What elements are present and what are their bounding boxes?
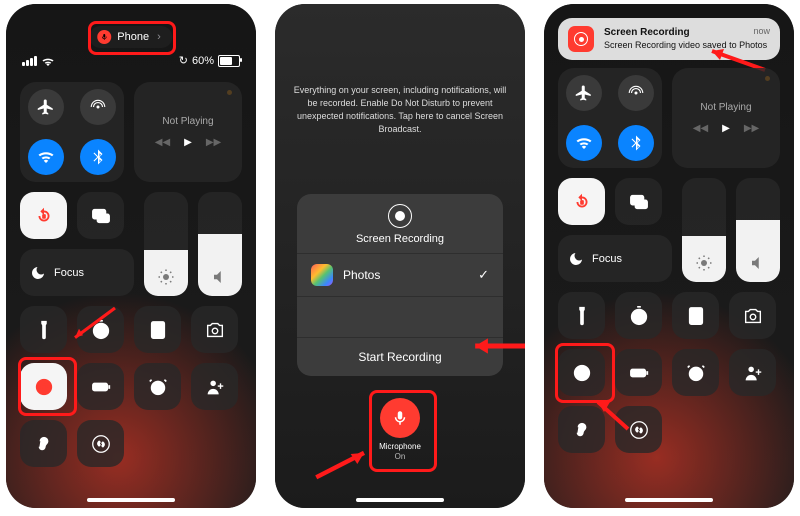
- battery-icon: [218, 55, 240, 67]
- hearing-button[interactable]: [20, 420, 67, 467]
- focus-label: Focus: [54, 267, 84, 279]
- flashlight-button[interactable]: [558, 292, 605, 339]
- microphone-tile[interactable]: Microphone On: [372, 398, 428, 470]
- app-name: Photos: [343, 268, 380, 282]
- rotation-lock-button[interactable]: [558, 178, 605, 225]
- brightness-slider[interactable]: [682, 178, 726, 282]
- phone-screen-1: Phone › ↻ 60% Not Playing: [6, 4, 256, 508]
- battery-pct: 60%: [192, 55, 214, 67]
- control-center-grid: Not Playing ◀◀ ▶ ▶▶ Focus: [558, 68, 780, 463]
- alarm-button[interactable]: [672, 349, 719, 396]
- notification-banner[interactable]: Screen Recording Screen Recording video …: [558, 18, 780, 60]
- pill-label: Phone: [117, 31, 149, 43]
- recording-pill[interactable]: Phone ›: [89, 26, 172, 48]
- wifi-icon: [41, 56, 55, 66]
- airdrop-toggle[interactable]: [80, 89, 116, 125]
- focus-button[interactable]: Focus: [20, 249, 134, 296]
- mic-state: On: [379, 452, 421, 462]
- banner-body: Screen Recording video saved to Photos: [604, 40, 767, 50]
- banner-time: now: [753, 26, 770, 36]
- airdrop-toggle[interactable]: [618, 75, 654, 111]
- airplane-toggle[interactable]: [566, 75, 602, 111]
- flashlight-button[interactable]: [20, 306, 67, 353]
- phone-screen-3: Screen Recording Screen Recording video …: [544, 4, 794, 508]
- destination-app-row[interactable]: Photos ✓: [297, 253, 503, 296]
- sheet-title: Screen Recording: [356, 233, 444, 245]
- shazam-button[interactable]: [77, 420, 124, 467]
- now-playing-label: Not Playing: [700, 102, 751, 113]
- screen-mirror-button[interactable]: [615, 178, 662, 225]
- screen-record-button[interactable]: [558, 349, 605, 396]
- home-indicator[interactable]: [356, 498, 444, 502]
- rotation-lock-button[interactable]: [20, 192, 67, 239]
- banner-title: Screen Recording: [604, 27, 690, 38]
- record-app-icon: [568, 26, 594, 52]
- calculator-button[interactable]: [134, 306, 181, 353]
- wifi-toggle[interactable]: [28, 139, 64, 175]
- now-playing-card[interactable]: Not Playing ◀◀ ▶ ▶▶: [134, 82, 242, 182]
- timer-button[interactable]: [77, 306, 124, 353]
- focus-button[interactable]: Focus: [558, 235, 672, 282]
- airplane-toggle[interactable]: [28, 89, 64, 125]
- brightness-slider[interactable]: [144, 192, 188, 296]
- mic-label: Microphone: [379, 442, 421, 452]
- next-track-icon[interactable]: ▶▶: [206, 137, 221, 148]
- low-power-button[interactable]: [615, 349, 662, 396]
- photos-app-icon: [311, 264, 333, 286]
- camera-button[interactable]: [191, 306, 238, 353]
- mic-indicator-icon: [97, 30, 111, 44]
- play-icon[interactable]: ▶: [184, 137, 192, 148]
- microphone-icon: [380, 398, 420, 438]
- empty-row: [297, 296, 503, 337]
- wifi-toggle[interactable]: [566, 125, 602, 161]
- next-track-icon[interactable]: ▶▶: [744, 123, 759, 134]
- record-icon: [388, 204, 412, 228]
- bluetooth-toggle[interactable]: [80, 139, 116, 175]
- hearing-button[interactable]: [558, 406, 605, 453]
- add-contact-button[interactable]: [729, 349, 776, 396]
- start-recording-button[interactable]: Start Recording: [297, 337, 503, 376]
- phone-screen-2: Everything on your screen, including not…: [275, 4, 525, 508]
- focus-label: Focus: [592, 253, 622, 265]
- chevron-right-icon: ›: [157, 31, 161, 43]
- prev-track-icon[interactable]: ◀◀: [693, 123, 708, 134]
- control-center-grid: Not Playing ◀◀ ▶ ▶▶ Focus: [20, 82, 242, 477]
- screen-record-button[interactable]: [20, 363, 67, 410]
- add-contact-button[interactable]: [191, 363, 238, 410]
- cellular-icon: [22, 56, 37, 66]
- calculator-button[interactable]: [672, 292, 719, 339]
- now-playing-card[interactable]: Not Playing ◀◀ ▶ ▶▶: [672, 68, 780, 168]
- camera-button[interactable]: [729, 292, 776, 339]
- home-indicator[interactable]: [87, 498, 175, 502]
- alarm-button[interactable]: [134, 363, 181, 410]
- timer-button[interactable]: [615, 292, 662, 339]
- connectivity-card[interactable]: [558, 68, 662, 168]
- broadcast-info-text[interactable]: Everything on your screen, including not…: [293, 84, 507, 136]
- connectivity-card[interactable]: [20, 82, 124, 182]
- volume-slider[interactable]: [736, 178, 780, 282]
- low-power-button[interactable]: [77, 363, 124, 410]
- checkmark-icon: ✓: [478, 267, 489, 283]
- play-icon[interactable]: ▶: [722, 123, 730, 134]
- screen-recording-sheet: Screen Recording Photos ✓ Start Recordin…: [297, 194, 503, 376]
- prev-track-icon[interactable]: ◀◀: [155, 137, 170, 148]
- shazam-button[interactable]: [615, 406, 662, 453]
- bluetooth-toggle[interactable]: [618, 125, 654, 161]
- status-bar: ↻ 60%: [6, 54, 256, 67]
- orientation-icon: ↻: [179, 54, 188, 67]
- now-playing-label: Not Playing: [162, 116, 213, 127]
- volume-slider[interactable]: [198, 192, 242, 296]
- home-indicator[interactable]: [625, 498, 713, 502]
- screen-mirror-button[interactable]: [77, 192, 124, 239]
